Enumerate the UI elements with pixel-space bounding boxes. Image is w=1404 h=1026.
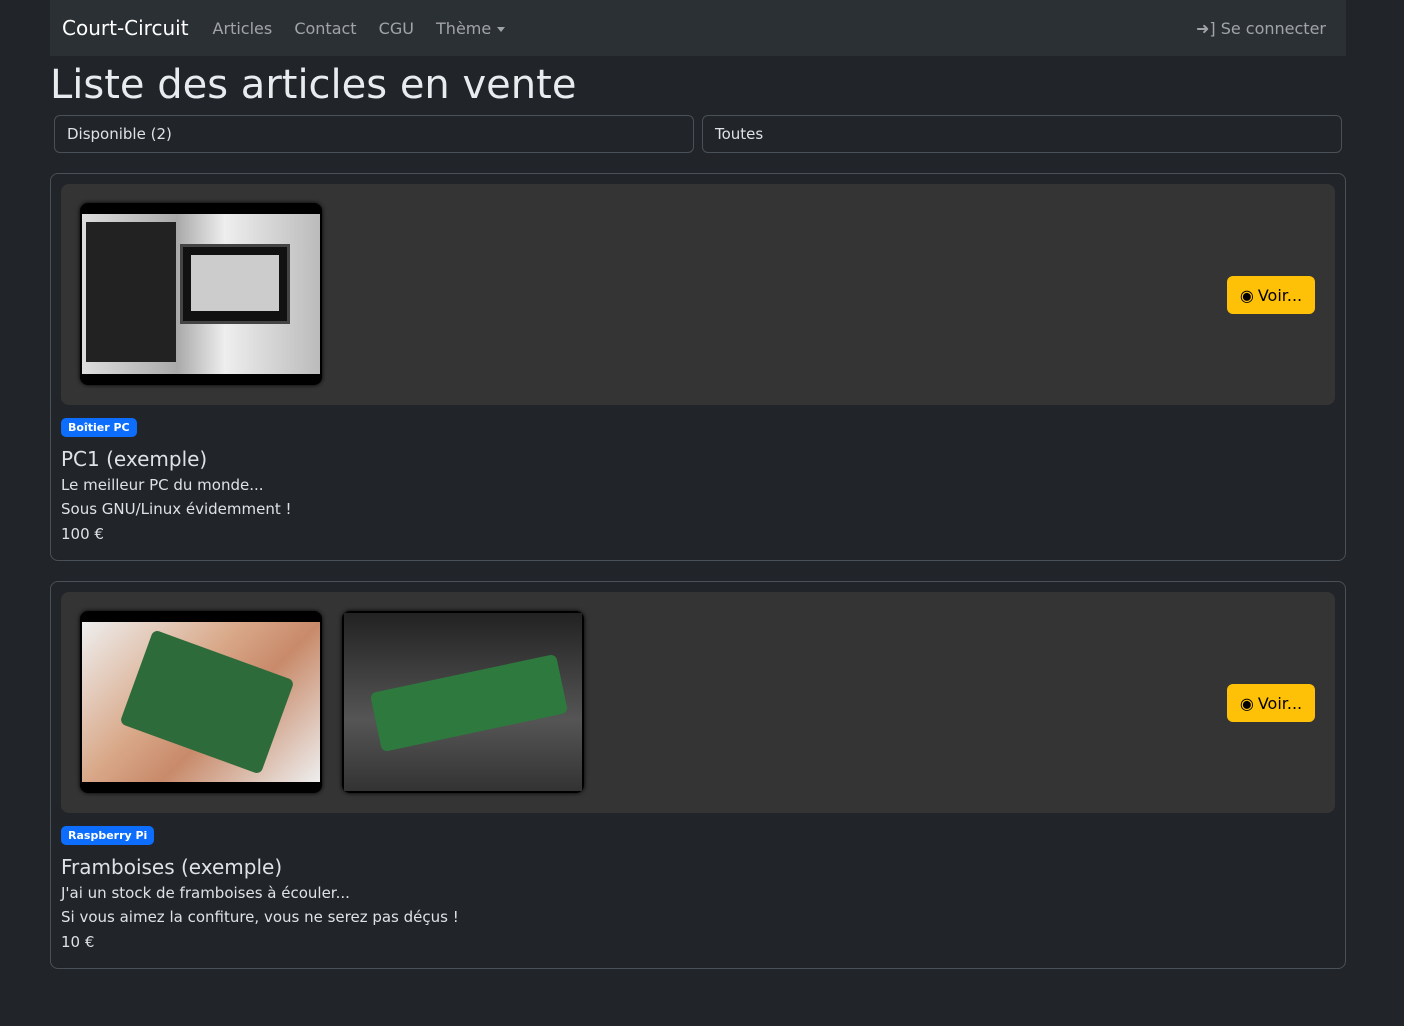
article-card: ◉ Voir... Raspberry Pi Framboises (exempl… <box>50 581 1346 969</box>
article-title: PC1 (exemple) <box>61 447 208 471</box>
article-title: Framboises (exemple) <box>61 855 283 879</box>
article-price: 100 € <box>61 525 104 543</box>
nav-articles[interactable]: Articles <box>213 19 273 38</box>
article-image[interactable] <box>80 203 322 385</box>
page-title: Liste des articles en vente <box>50 62 577 108</box>
eye-icon: ◉ <box>1239 693 1254 713</box>
image-gallery: ◉ Voir... <box>61 592 1335 813</box>
caret-down-icon <box>497 26 506 32</box>
sign-in-icon: ➜] <box>1195 18 1221 38</box>
article-price: 10 € <box>61 933 95 951</box>
description-line: J'ai un stock de framboises à écouler... <box>61 884 350 902</box>
page: Court-Circuit Articles Contact CGU Thème… <box>50 0 1346 969</box>
eye-icon: ◉ <box>1239 285 1254 305</box>
description-line: Le meilleur PC du monde... <box>61 476 264 494</box>
view-button[interactable]: ◉ Voir... <box>1227 684 1315 722</box>
nav-theme-dropdown[interactable]: Thème <box>436 18 506 38</box>
article-image[interactable] <box>342 611 585 793</box>
image-gallery: ◉ Voir... <box>61 184 1335 405</box>
category-select[interactable]: Toutes <box>702 115 1342 153</box>
brand-link[interactable]: Court-Circuit <box>62 16 189 40</box>
category-badge: Boîtier PC <box>61 418 137 437</box>
description-line: Sous GNU/Linux évidemment ! <box>61 500 292 518</box>
login-link[interactable]: ➜] Se connecter <box>1196 19 1326 38</box>
nav-contact[interactable]: Contact <box>294 19 356 38</box>
article-description: Le meilleur PC du monde... Sous GNU/Linu… <box>61 473 1335 521</box>
view-button[interactable]: ◉ Voir... <box>1227 276 1315 314</box>
view-button-label: Voir... <box>1257 285 1303 305</box>
article-card: ◉ Voir... Boîtier PC PC1 (exemple) Le mei… <box>50 173 1346 561</box>
article-description: J'ai un stock de framboises à écouler...… <box>61 881 1335 929</box>
nav-theme-label: Thème <box>436 18 492 38</box>
navbar: Court-Circuit Articles Contact CGU Thème… <box>50 0 1346 56</box>
category-badge: Raspberry Pi <box>61 826 155 845</box>
description-line: Si vous aimez la confiture, vous ne sere… <box>61 908 459 926</box>
status-select[interactable]: Disponible (2) <box>54 115 694 153</box>
nav-cgu[interactable]: CGU <box>379 19 414 38</box>
view-button-label: Voir... <box>1257 693 1303 713</box>
article-image[interactable] <box>80 611 322 793</box>
login-label: Se connecter <box>1220 18 1326 38</box>
